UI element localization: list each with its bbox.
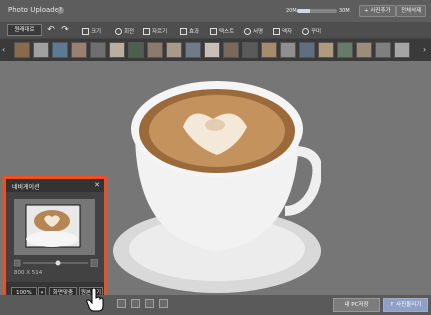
- signature-icon: [244, 27, 251, 35]
- strip-right-arrow-icon[interactable]: ›: [423, 45, 426, 54]
- close-icon[interactable]: ✕: [94, 181, 100, 189]
- usage-label: 20M: [286, 8, 297, 14]
- top-bar: Photo Uploader ? 20M 30M + 사진추가 전체삭제: [0, 0, 431, 22]
- thumbnail[interactable]: [204, 42, 220, 58]
- navigation-preview[interactable]: [14, 199, 95, 255]
- thumbnail[interactable]: [299, 42, 315, 58]
- tool-effect[interactable]: 효과: [180, 26, 199, 36]
- thumbnail[interactable]: [394, 42, 410, 58]
- undo-icon[interactable]: ↶: [46, 25, 56, 35]
- save-to-pc-button[interactable]: 내 PC저장: [333, 298, 380, 312]
- tool-label: 회전: [124, 29, 135, 35]
- thumbnail[interactable]: [375, 42, 391, 58]
- rotate-icon: [115, 27, 122, 35]
- reset-button[interactable]: 원래대로: [7, 24, 42, 36]
- thumbnail[interactable]: [14, 42, 30, 58]
- tool-frame[interactable]: 액자: [273, 26, 292, 36]
- resize-icon: [82, 27, 89, 35]
- thumbnail[interactable]: [185, 42, 201, 58]
- navigation-header: 네비게이션 ✕: [6, 179, 104, 192]
- edit-toolbar: 원래대로 ↶ ↷ 크기 회전 자르기 효과 텍스트 서명 액자 꾸미: [0, 22, 431, 39]
- tool-signature[interactable]: 서명: [244, 26, 263, 36]
- tool-label: 서명: [253, 29, 264, 35]
- delete-all-button[interactable]: 전체삭제: [396, 5, 427, 17]
- thumbnail[interactable]: [337, 42, 353, 58]
- thumbnail[interactable]: [109, 42, 125, 58]
- tool-label: 텍스트: [219, 29, 235, 35]
- thumbnail[interactable]: [223, 42, 239, 58]
- view-mode-icon[interactable]: [131, 299, 140, 308]
- view-mode-icon[interactable]: [145, 299, 154, 308]
- thumbnail[interactable]: [356, 42, 372, 58]
- thumbnail[interactable]: [128, 42, 144, 58]
- app-title: Photo Uploader: [8, 6, 62, 14]
- thumbnail[interactable]: [71, 42, 87, 58]
- thumbnail-strip: ‹ ›: [0, 39, 431, 61]
- question-icon[interactable]: ?: [57, 7, 64, 14]
- usage-progress-bar: [297, 9, 337, 13]
- tool-text[interactable]: 텍스트: [210, 26, 234, 36]
- thumbnail[interactable]: [318, 42, 334, 58]
- view-mode-icon[interactable]: [159, 299, 168, 308]
- tool-rotate[interactable]: 회전: [115, 26, 134, 36]
- usage-progress-fill: [297, 9, 311, 13]
- tool-label: 액자: [282, 29, 293, 35]
- strip-left-arrow-icon[interactable]: ‹: [2, 45, 5, 54]
- decorate-icon: [302, 27, 309, 35]
- text-icon: [210, 27, 217, 35]
- effect-icon: [180, 27, 187, 35]
- usage-total-label: 30M: [339, 8, 350, 14]
- thumbnail[interactable]: [166, 42, 182, 58]
- tool-resize[interactable]: 크기: [82, 26, 101, 36]
- coffee-photo: [113, 81, 321, 293]
- navigation-title: 네비게이션: [12, 184, 40, 191]
- zoom-slider[interactable]: [14, 259, 98, 267]
- thumbnail[interactable]: [90, 42, 106, 58]
- tool-label: 크기: [91, 29, 102, 35]
- thumbnail[interactable]: [280, 42, 296, 58]
- hand-cursor-icon: [86, 288, 104, 312]
- tool-label: 효과: [189, 29, 200, 35]
- upload-photo-button[interactable]: ↑ 사진올리기: [383, 298, 428, 312]
- redo-icon[interactable]: ↷: [60, 25, 70, 35]
- tool-decorate[interactable]: 꾸미: [302, 26, 321, 36]
- frame-icon: [273, 27, 280, 35]
- tool-label: 자르기: [152, 29, 168, 35]
- tool-label: 꾸미: [311, 29, 322, 35]
- bottom-bar: 내 PC저장 ↑ 사진올리기: [0, 295, 431, 315]
- view-mode-icon[interactable]: [117, 299, 126, 308]
- image-size-text: 800 X 514: [14, 270, 43, 276]
- add-photo-button[interactable]: + 사진추가: [359, 5, 396, 17]
- thumbnail[interactable]: [242, 42, 258, 58]
- thumbnail[interactable]: [52, 42, 68, 58]
- thumbnail[interactable]: [261, 42, 277, 58]
- tool-crop[interactable]: 자르기: [143, 26, 167, 36]
- thumbnail[interactable]: [33, 42, 49, 58]
- crop-icon: [143, 27, 150, 35]
- thumbnail[interactable]: [147, 42, 163, 58]
